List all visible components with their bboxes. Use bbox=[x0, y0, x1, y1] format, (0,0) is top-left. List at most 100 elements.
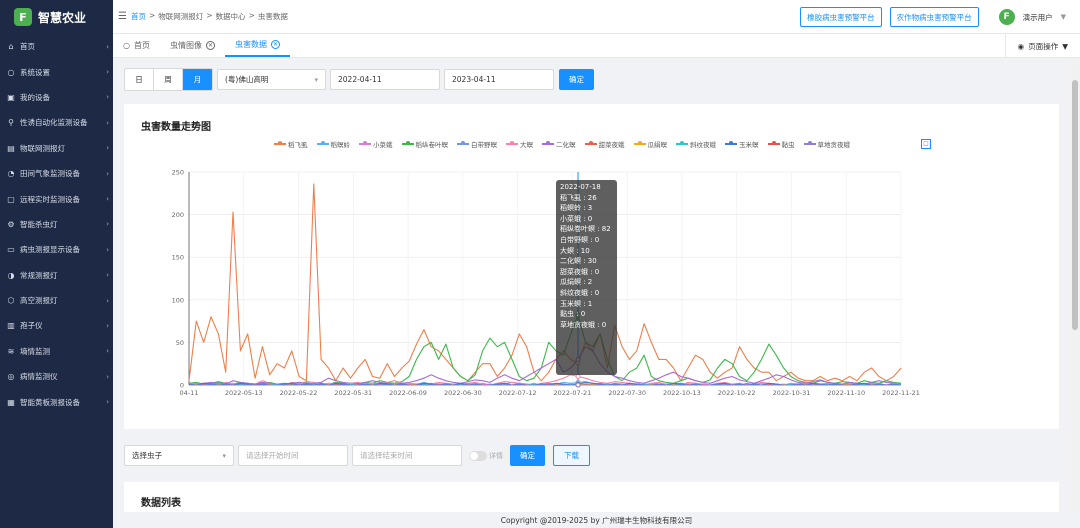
legend-swatch bbox=[359, 141, 371, 145]
list-end-time-input[interactable]: 请选择结束时间 bbox=[352, 445, 462, 466]
sidebar-item-label: 智能杀虫灯 bbox=[20, 219, 58, 229]
legend-swatch bbox=[767, 141, 780, 145]
breadcrumb-home[interactable]: 首页 bbox=[131, 11, 146, 22]
tooltip-line: 白带野螟 : 0 bbox=[560, 235, 600, 244]
sidebar-item-label: 墒情监测 bbox=[20, 346, 50, 356]
list-confirm-button[interactable]: 确定 bbox=[510, 445, 545, 466]
sidebar-item-8[interactable]: ▭ 病虫测报显示设备 › bbox=[0, 237, 113, 262]
breadcrumb: 首页 > 物联网测报灯 > 数据中心 > 虫害数据 bbox=[130, 11, 288, 22]
chevron-right-icon: › bbox=[106, 245, 109, 254]
x-tick-label: 2022-06-30 bbox=[444, 389, 482, 397]
sidebar-item-5[interactable]: ◔ 田间气象监测设备 › bbox=[0, 161, 113, 186]
legend-item[interactable]: 玉米螟 bbox=[725, 139, 759, 149]
x-tick-label: 2022-07-12 bbox=[499, 389, 537, 397]
sidebar-item-11[interactable]: ▥ 孢子仪 › bbox=[0, 313, 113, 338]
circle-icon: ○ bbox=[123, 41, 130, 50]
tooltip-line: 瓜绢螟 : 2 bbox=[560, 278, 593, 287]
legend-item[interactable]: 小菜蛾 bbox=[359, 139, 393, 149]
legend-swatch bbox=[274, 141, 286, 145]
tab-home[interactable]: ○ 首页 bbox=[113, 34, 160, 57]
sidebar-item-label: 远程实时监测设备 bbox=[20, 194, 80, 204]
download-button[interactable]: 下载 bbox=[553, 445, 590, 466]
legend-swatch bbox=[725, 141, 737, 145]
sidebar-item-3[interactable]: ⚲ 性诱自动化监测设备 › bbox=[0, 110, 113, 135]
sidebar-item-13[interactable]: ◎ 病情监测仪 › bbox=[0, 364, 113, 389]
legend-item[interactable]: 斜纹夜蛾 bbox=[676, 139, 716, 149]
brand[interactable]: F 智慧农业 bbox=[0, 0, 113, 34]
chevron-right-icon: › bbox=[106, 398, 109, 407]
crop-platform-button[interactable]: 农作物病虫害预警平台 bbox=[889, 7, 979, 27]
page-operations[interactable]: ◉ 页面操作 ▼ bbox=[1004, 34, 1080, 58]
toggle-switch[interactable] bbox=[469, 450, 487, 461]
pest-select[interactable]: 选择虫子 ▾ bbox=[124, 445, 234, 466]
legend-label: 二化螟 bbox=[556, 141, 576, 149]
page-scrollbar[interactable] bbox=[1070, 58, 1080, 512]
period-month-button[interactable]: 月 bbox=[183, 69, 212, 90]
end-date-input[interactable]: 2023-04-11 bbox=[444, 69, 554, 90]
sidebar-item-4[interactable]: ▤ 物联网测报灯 › bbox=[0, 136, 113, 161]
legend-label: 斜纹夜蛾 bbox=[690, 141, 716, 149]
confirm-button[interactable]: 确定 bbox=[559, 69, 594, 90]
legend-item[interactable]: 甜菜夜蛾 bbox=[584, 139, 625, 149]
data-list-card: 数据列表 bbox=[124, 482, 1059, 512]
period-day-button[interactable]: 日 bbox=[125, 69, 154, 90]
sidebar-item-10[interactable]: ⬡ 高空测报灯 › bbox=[0, 288, 113, 313]
menu-toggle-icon[interactable]: ☰ bbox=[118, 11, 127, 22]
series-line bbox=[188, 314, 902, 385]
legend-swatch bbox=[457, 141, 469, 145]
sidebar-item-label: 我的设备 bbox=[20, 92, 50, 102]
legend-item[interactable]: 白带野螟 bbox=[457, 139, 497, 149]
y-tick-label: 150 bbox=[172, 254, 184, 262]
tooltip-line: 稻纵卷叶螟 : 82 bbox=[560, 225, 611, 234]
legend-item[interactable]: 稻螟蛉 bbox=[316, 139, 350, 149]
user-name[interactable]: 演示用户 bbox=[1023, 12, 1053, 23]
detail-toggle[interactable]: 详情 bbox=[469, 450, 503, 461]
x-tick-label: 2022-10-22 bbox=[718, 389, 756, 397]
sidebar: F 智慧农业 ⌂ 首页 › ○ 系统设置 › ▣ 我的设备 › ⚲ 性诱自动化监测设备 › ▤ 物联网测报… bbox=[0, 0, 113, 528]
legend-item[interactable]: 黏虫 bbox=[767, 139, 795, 149]
legend-item[interactable]: 二化螟 bbox=[542, 139, 576, 149]
list-start-time-input[interactable]: 请选择开始时间 bbox=[238, 445, 348, 466]
sidebar-item-6[interactable]: ▢ 远程实时监测设备 › bbox=[0, 186, 113, 211]
sidebar-item-label: 常规测报灯 bbox=[20, 270, 58, 280]
sidebar-item-0[interactable]: ⌂ 首页 › bbox=[0, 34, 113, 59]
chevron-right-icon: › bbox=[106, 169, 109, 178]
tab-pest-images[interactable]: 虫情图像 ✕ bbox=[160, 34, 225, 57]
sidebar-item-1[interactable]: ○ 系统设置 › bbox=[0, 59, 113, 84]
sidebar-item-7[interactable]: ⚙ 智能杀虫灯 › bbox=[0, 212, 113, 237]
sidebar-item-12[interactable]: ≋ 墒情监测 › bbox=[0, 339, 113, 364]
sidebar-item-9[interactable]: ◑ 常规测报灯 › bbox=[0, 263, 113, 288]
start-date-input[interactable]: 2022-04-11 bbox=[330, 69, 440, 90]
legend-item[interactable]: 稻飞虱 bbox=[274, 139, 308, 149]
period-week-button[interactable]: 周 bbox=[154, 69, 183, 90]
main-content: 日 周 月 (粤)佛山高明 ▾ 2022-04-11 2023-04-11 确定… bbox=[113, 58, 1070, 512]
yellow-board-icon: ▦ bbox=[7, 397, 15, 407]
hover-point bbox=[575, 382, 581, 388]
sidebar-item-label: 高空测报灯 bbox=[20, 296, 58, 306]
close-icon[interactable]: ✕ bbox=[205, 41, 215, 50]
scrollbar-thumb[interactable] bbox=[1072, 80, 1078, 330]
sidebar-item-label: 病虫测报显示设备 bbox=[20, 245, 80, 255]
data-view-icon[interactable]: ☐ bbox=[921, 139, 931, 149]
tab-pest-data[interactable]: 虫害数据 ✕ bbox=[224, 34, 290, 57]
chevron-down-icon: ▾ bbox=[314, 75, 318, 84]
sidebar-item-14[interactable]: ▦ 智能黄板测报设备 › bbox=[0, 389, 113, 414]
legend-label: 稻纵卷叶螟 bbox=[415, 141, 449, 149]
chevron-down-icon[interactable]: ▼ bbox=[1061, 13, 1066, 21]
tooltip-line: 斜纹夜蛾 : 0 bbox=[560, 288, 600, 297]
legend-swatch bbox=[506, 141, 518, 145]
data-list-title: 数据列表 bbox=[141, 498, 181, 509]
tooltip-line: 甜菜夜蛾 : 0 bbox=[560, 267, 600, 276]
avatar[interactable]: F bbox=[998, 9, 1015, 25]
sidebar-item-2[interactable]: ▣ 我的设备 › bbox=[0, 85, 113, 110]
legend-item[interactable]: 稻纵卷叶螟 bbox=[401, 139, 449, 149]
location-select[interactable]: (粤)佛山高明 ▾ bbox=[217, 69, 326, 90]
legend-item[interactable]: 大螟 bbox=[506, 139, 533, 149]
legend-label: 小菜蛾 bbox=[373, 141, 393, 149]
chevron-right-icon: › bbox=[106, 118, 109, 127]
legend-item[interactable]: 草地贪夜蛾 bbox=[803, 139, 850, 149]
sidebar-item-label: 田间气象监测设备 bbox=[20, 169, 80, 179]
rubber-platform-button[interactable]: 橡胶病虫害预警平台 bbox=[800, 7, 882, 27]
legend-item[interactable]: 瓜绢螟 bbox=[633, 139, 667, 149]
close-icon[interactable]: ✕ bbox=[270, 40, 280, 49]
